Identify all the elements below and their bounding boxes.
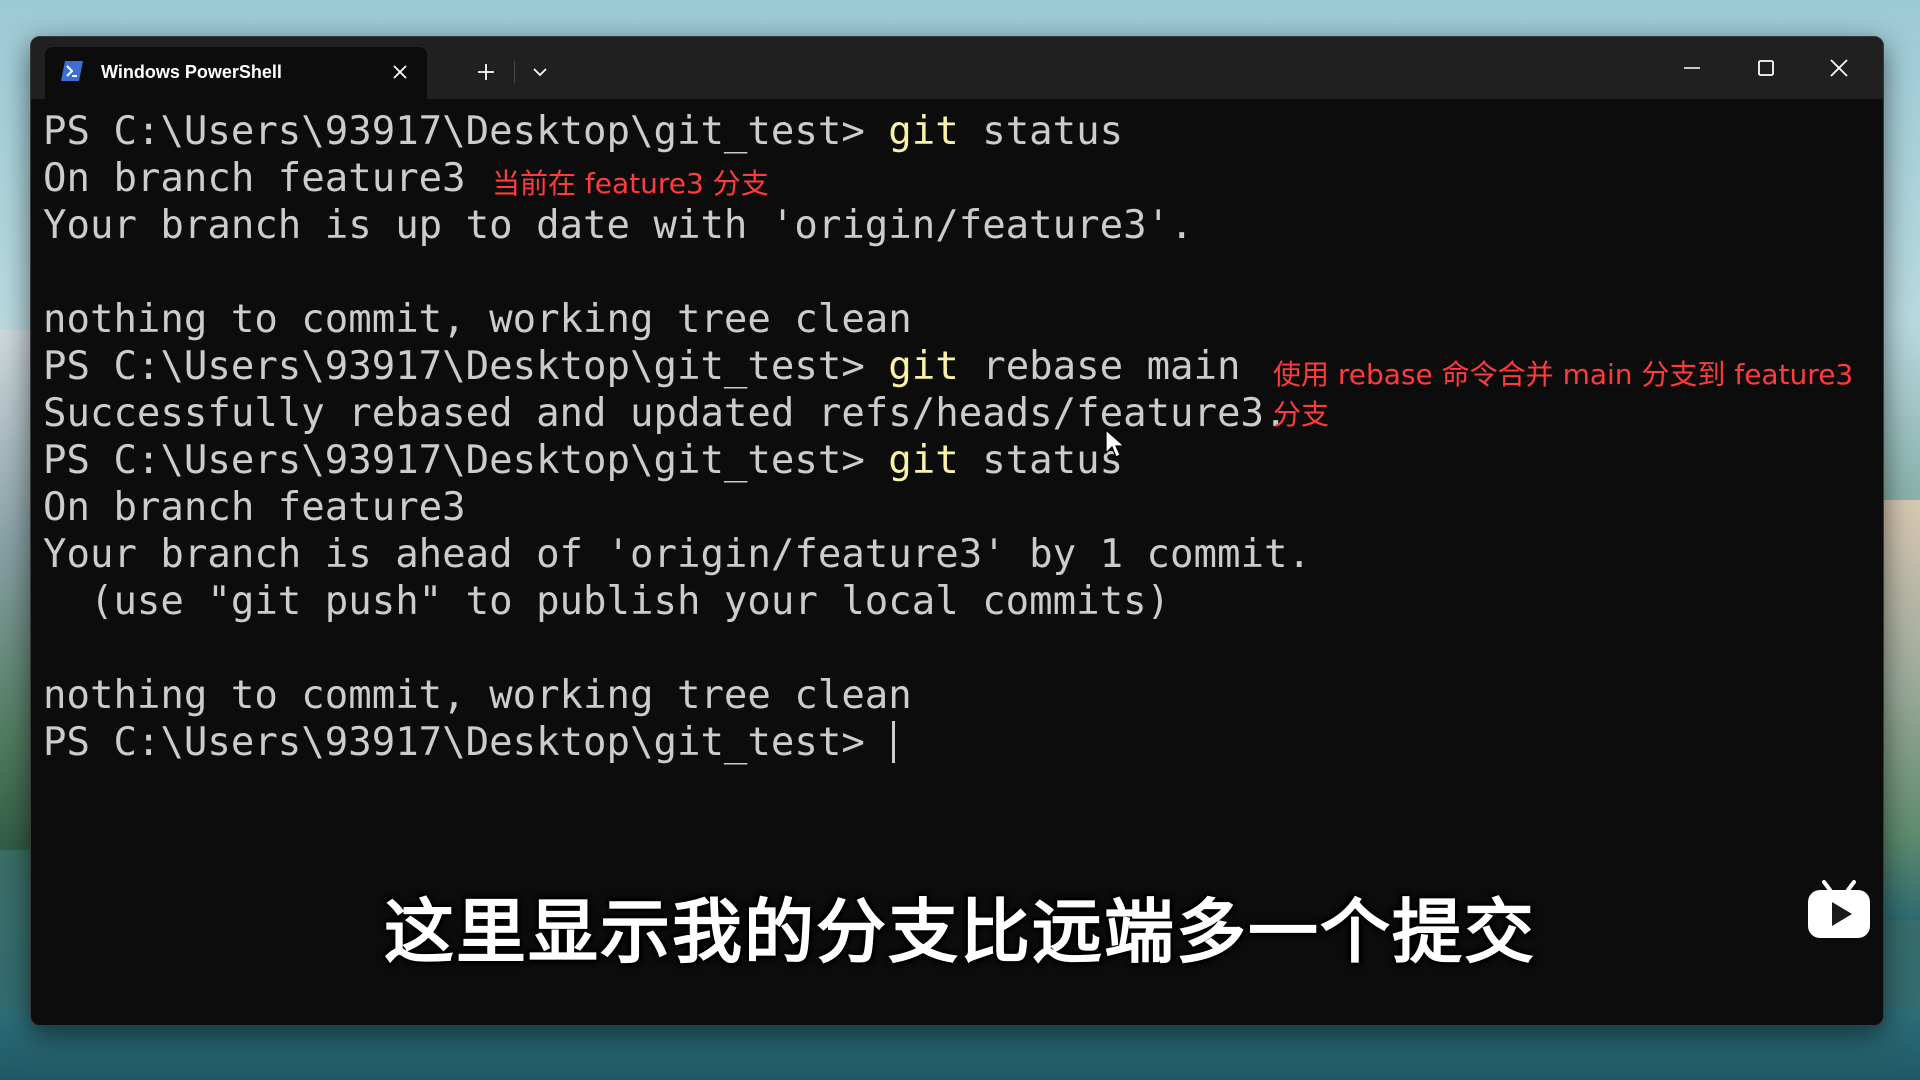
terminal-output[interactable]: PS C:\Users\93917\Desktop\git_test> git … [43, 109, 1883, 1025]
tab-windows-powershell[interactable]: Windows PowerShell [45, 47, 427, 99]
terminal-line: nothing to commit, working tree clean [43, 673, 912, 718]
mouse-pointer-icon [1105, 429, 1126, 458]
terminal-line: PS C:\Users\93917\Desktop\git_test> git … [43, 438, 1123, 484]
command: git [888, 438, 959, 483]
title-bar[interactable]: Windows PowerShell [31, 37, 1883, 99]
powershell-icon [61, 61, 83, 81]
terminal-line: PS C:\Users\93917\Desktop\git_test> git … [43, 109, 1123, 155]
minimize-icon[interactable] [1681, 57, 1703, 79]
terminal-line[interactable]: PS C:\Users\93917\Desktop\git_test> [43, 720, 896, 766]
tab-title: Windows PowerShell [101, 62, 282, 82]
prompt: PS C:\Users\93917\Desktop\git_test> [43, 720, 889, 765]
command-args: status [958, 438, 1124, 483]
maximize-icon[interactable] [1755, 57, 1777, 79]
background-mountain-right [1880, 500, 1920, 920]
window-close-icon[interactable] [1828, 57, 1850, 79]
plus-icon[interactable] [475, 61, 497, 83]
prompt: PS C:\Users\93917\Desktop\git_test> [43, 344, 889, 389]
terminal-line: Your branch is ahead of 'origin/feature3… [43, 532, 1311, 577]
terminal-line: On branch feature3 [43, 156, 466, 201]
annotation-current-branch: 当前在 feature3 分支 [492, 167, 769, 200]
chevron-down-icon[interactable] [531, 63, 549, 81]
command-args: status [958, 109, 1124, 154]
text-cursor [892, 721, 896, 763]
terminal-line: (use "git push" to publish your local co… [43, 579, 1171, 624]
prompt: PS C:\Users\93917\Desktop\git_test> [43, 109, 889, 154]
terminal-line: Your branch is up to date with 'origin/f… [43, 203, 1194, 248]
close-icon[interactable] [391, 63, 409, 81]
video-subtitle: 这里显示我的分支比远端多一个提交 [384, 891, 1536, 973]
command: git [888, 344, 959, 389]
prompt: PS C:\Users\93917\Desktop\git_test> [43, 438, 889, 483]
powershell-window: Windows PowerShell PS C:\Users\93917\Des… [30, 36, 1884, 1026]
terminal-line: Successfully rebased and updated refs/he… [43, 391, 1288, 436]
terminal-line: On branch feature3 [43, 485, 466, 530]
tab-separator [514, 61, 515, 83]
video-play-icon [1808, 880, 1870, 938]
terminal-line: nothing to commit, working tree clean [43, 297, 912, 342]
annotation-rebase-line1: 使用 rebase 命令合并 main 分支到 feature3 [1273, 358, 1854, 391]
terminal-line: PS C:\Users\93917\Desktop\git_test> git … [43, 344, 1241, 390]
annotation-rebase-line2: 分支 [1273, 398, 1330, 431]
command: git [888, 109, 959, 154]
command-args: rebase main [958, 344, 1241, 389]
